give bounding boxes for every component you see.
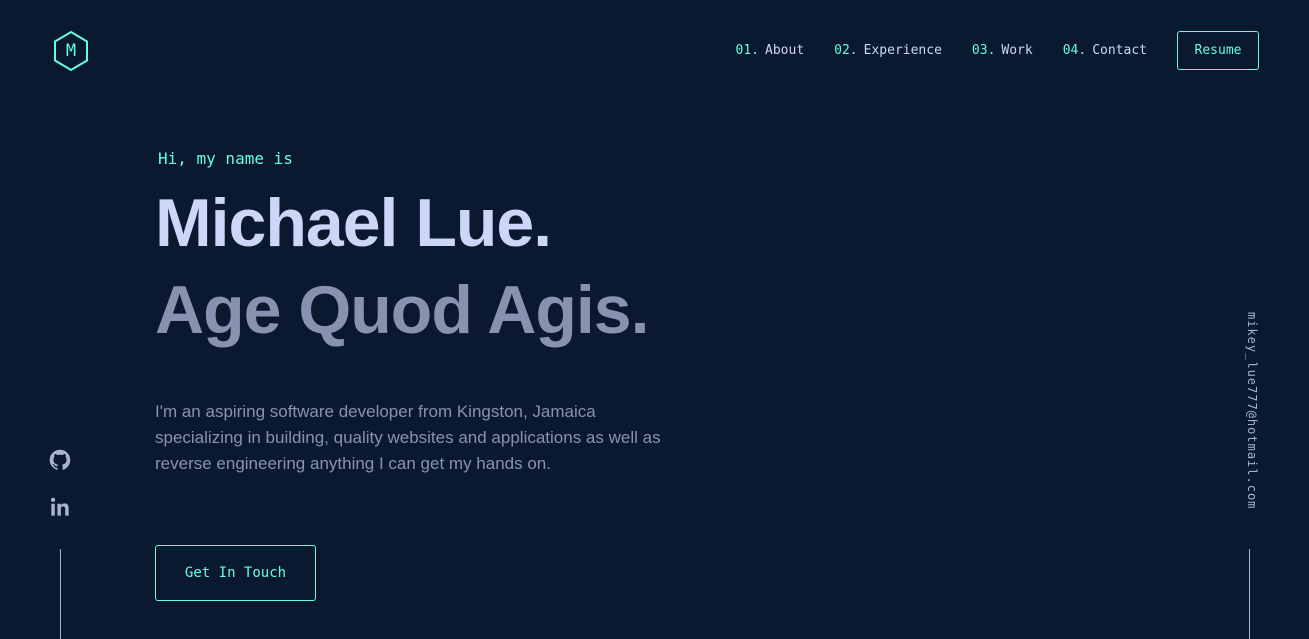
nav-item-contact[interactable]: 04. Contact (1063, 43, 1147, 58)
home-logo[interactable]: M (52, 30, 90, 72)
left-vertical-line (60, 549, 61, 639)
nav-label: About (765, 43, 805, 58)
hero-name: Michael Lue. (155, 185, 552, 261)
hero-motto: Age Quod Agis. (155, 272, 649, 348)
nav-label: Contact (1092, 43, 1147, 58)
email-link[interactable]: mikey_lue777@hotmail.com (1241, 312, 1259, 522)
nav-number: 02. (834, 43, 858, 58)
linkedin-link[interactable] (47, 494, 73, 520)
github-link[interactable] (47, 447, 73, 473)
hero-description: I'm an aspiring software developer from … (155, 402, 661, 473)
nav-number: 04. (1062, 43, 1087, 58)
nav-item-work[interactable]: 03. Work (972, 43, 1033, 58)
linkedin-icon (51, 497, 69, 516)
nav-label: Work (1001, 43, 1033, 58)
nav-number: 01. (735, 43, 760, 58)
main-nav: 01. About 02. Experience 03. Work 04. Co… (736, 31, 1259, 70)
logo-letter: M (65, 41, 77, 61)
nav-item-about[interactable]: 01. About (736, 43, 805, 58)
hero-greeting: Hi, my name is (158, 149, 293, 168)
github-icon (49, 449, 71, 470)
get-in-touch-button[interactable]: Get In Touch (155, 545, 316, 601)
right-vertical-line (1249, 549, 1250, 639)
social-links (47, 447, 73, 541)
resume-button[interactable]: Resume (1177, 31, 1259, 70)
nav-label: Experience (863, 43, 942, 58)
nav-number: 03. (971, 43, 996, 58)
nav-item-experience[interactable]: 02. Experience (834, 43, 942, 58)
